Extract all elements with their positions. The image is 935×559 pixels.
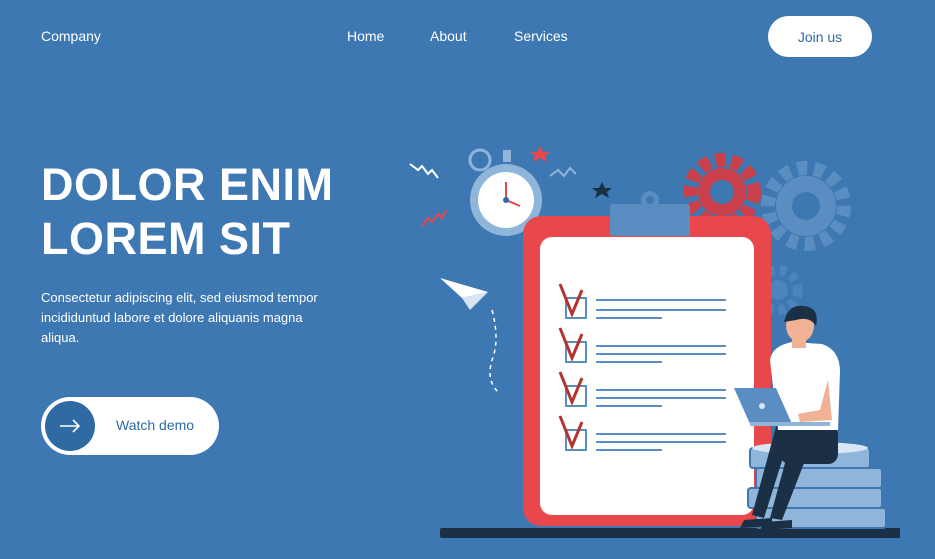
checklist-clipboard-icon bbox=[523, 191, 771, 526]
nav-link-about[interactable]: About bbox=[430, 28, 467, 44]
hero-subtitle: Consectetur adipiscing elit, sed eiusmod… bbox=[41, 290, 318, 345]
brand-logo[interactable]: Company bbox=[41, 28, 101, 44]
hero-title-line-2: LOREM SIT bbox=[41, 213, 291, 264]
zigzag-decor-red bbox=[421, 209, 447, 227]
paper-plane-icon bbox=[440, 278, 499, 393]
gear-icon-red bbox=[683, 153, 761, 231]
nav-link-home[interactable]: Home bbox=[347, 28, 384, 44]
watch-demo-label: Watch demo bbox=[116, 417, 195, 433]
hero-illustration bbox=[409, 146, 900, 538]
arrow-right-icon bbox=[60, 419, 81, 433]
nav-link-services[interactable]: Services bbox=[514, 28, 568, 44]
gear-icon-blue bbox=[761, 161, 851, 251]
hero-title-line-1: DOLOR ENIM bbox=[41, 159, 334, 210]
star-icon-dark bbox=[592, 182, 612, 198]
join-us-button[interactable]: Join us bbox=[768, 16, 872, 57]
play-circle[interactable] bbox=[45, 401, 95, 451]
watch-demo-button[interactable]: Watch demo bbox=[41, 397, 219, 455]
hero-title: DOLOR ENIM LOREM SIT bbox=[41, 158, 334, 266]
top-navigation: Company Home About Services Join us bbox=[0, 0, 935, 72]
star-icon-red bbox=[530, 146, 550, 162]
zigzag-decor-light bbox=[549, 166, 577, 178]
zigzag-decor-white bbox=[409, 163, 439, 179]
ground-line bbox=[440, 528, 900, 538]
